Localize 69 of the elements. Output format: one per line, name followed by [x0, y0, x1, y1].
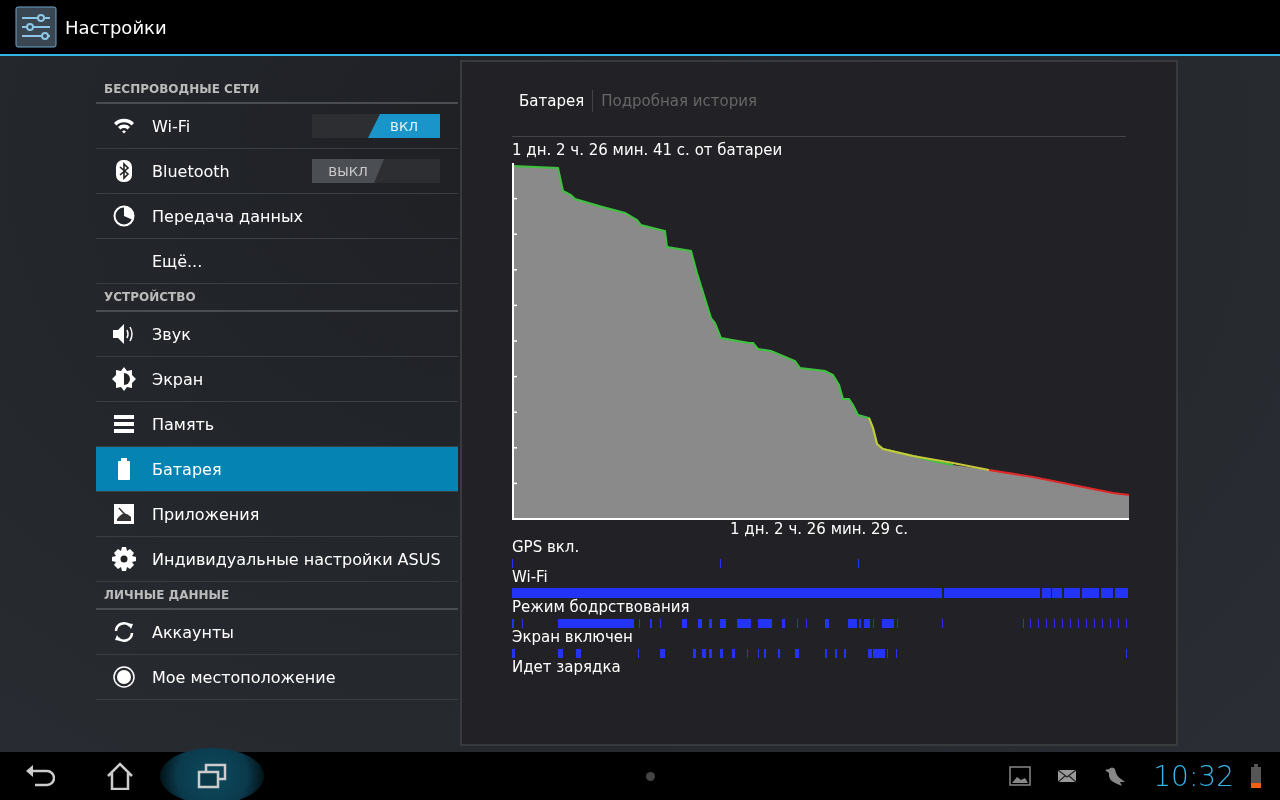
settings-icon	[112, 547, 136, 571]
activity-segment	[1064, 588, 1080, 598]
activity-segment	[882, 619, 894, 628]
activity-segment	[709, 619, 712, 628]
apps-icon	[113, 503, 135, 525]
activity-segment	[825, 619, 829, 628]
location-icon	[112, 665, 136, 689]
settings-sliders-icon[interactable]	[15, 6, 57, 48]
clock: 10:32	[1153, 759, 1234, 793]
settings-item[interactable]: Звук	[96, 312, 458, 357]
settings-item[interactable]: Индивидуальные настройки ASUS	[96, 537, 458, 582]
battery-duration: 1 дн. 2 ч. 26 мин. 41 с. от батареи	[512, 141, 784, 159]
app-title: Настройки	[65, 16, 167, 38]
activity-segment	[782, 619, 785, 628]
settings-item[interactable]: Аккаунты	[96, 610, 458, 655]
activity-segment	[720, 649, 723, 658]
activity-segment	[709, 649, 712, 658]
recent-apps-icon	[197, 763, 227, 789]
activity-label: Экран включен	[512, 628, 633, 646]
settings-item[interactable]: Bluetooth ВЫКЛ	[96, 149, 458, 194]
activity-segment	[1101, 588, 1113, 598]
activity-label: GPS вкл.	[512, 538, 580, 556]
brightness-icon	[112, 367, 136, 391]
activity-segment	[558, 649, 563, 658]
page-dot-icon	[646, 771, 655, 781]
activity-segment	[660, 649, 665, 658]
activity-label: Идет зарядка	[512, 658, 621, 676]
settings-item[interactable]: Wi-Fi ВКЛ	[96, 104, 458, 149]
activity-segment	[737, 619, 751, 628]
activity-segment	[1042, 588, 1051, 598]
activity-segment	[1082, 588, 1099, 598]
section-header: БЕСПРОВОДНЫЕ СЕТИ	[96, 76, 458, 104]
settings-item[interactable]: Батарея	[96, 447, 458, 492]
settings-item[interactable]: Экран	[96, 357, 458, 402]
activity-segment	[512, 649, 515, 658]
settings-item[interactable]: Приложения	[96, 492, 458, 537]
section-header: УСТРОЙСТВО	[96, 284, 458, 312]
section-header: ЛИЧНЫЕ ДАННЫЕ	[96, 582, 458, 610]
activity-segment	[848, 619, 857, 628]
wifi-icon	[112, 116, 136, 136]
pie-chart-icon	[113, 205, 135, 227]
activity-segment	[576, 649, 581, 658]
activity-segment	[693, 649, 696, 658]
tab[interactable]: Батарея	[519, 92, 585, 110]
activity-segment	[732, 649, 735, 658]
activity-label: Режим бодрствования	[512, 598, 690, 616]
activity-segment	[864, 619, 870, 628]
activity-segment	[720, 619, 726, 628]
back-icon[interactable]	[25, 763, 55, 789]
home-icon[interactable]	[105, 762, 135, 790]
battery-icon	[117, 458, 131, 480]
activity-segment	[1052, 588, 1062, 598]
settings-item[interactable]: Ещё...	[96, 239, 458, 284]
envelope-icon[interactable]	[1057, 769, 1078, 783]
battery-low-icon	[1250, 764, 1262, 788]
toggle-switch[interactable]: ВЫКЛ	[312, 159, 440, 183]
settings-item[interactable]: Передача данных	[96, 194, 458, 239]
activity-segment	[698, 619, 702, 628]
graph-duration: 1 дн. 2 ч. 26 мин. 29 с.	[729, 520, 909, 538]
bluetooth-icon	[115, 159, 133, 183]
activity-segment	[795, 649, 799, 658]
activity-segment	[758, 619, 772, 628]
picture-icon[interactable]	[1009, 766, 1032, 786]
storage-icon	[113, 414, 135, 434]
activity-segment	[682, 619, 687, 628]
activity-segment	[702, 649, 706, 658]
sync-icon	[112, 620, 136, 644]
activity-label: Wi-Fi	[512, 568, 548, 586]
settings-item[interactable]: Мое местоположение	[96, 655, 458, 700]
